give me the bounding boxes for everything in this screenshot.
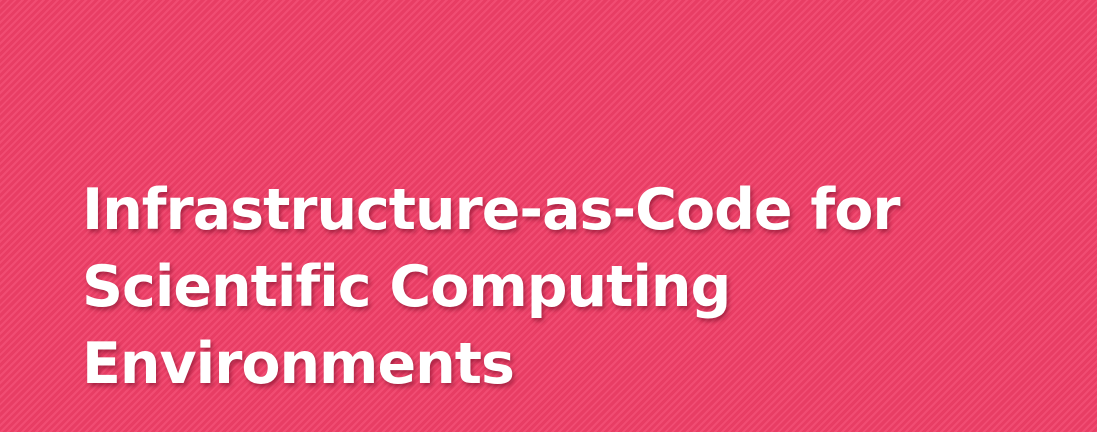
slide-title-line-1: Infrastructure-as-Code for — [82, 177, 900, 243]
slide-title-line-3: Environments — [82, 331, 515, 397]
slide-title-line-2: Scientific Computing — [82, 254, 731, 320]
title-slide: Infrastructure-as-Code for Scientific Co… — [0, 0, 1097, 432]
slide-title: Infrastructure-as-Code for Scientific Co… — [82, 172, 1042, 403]
